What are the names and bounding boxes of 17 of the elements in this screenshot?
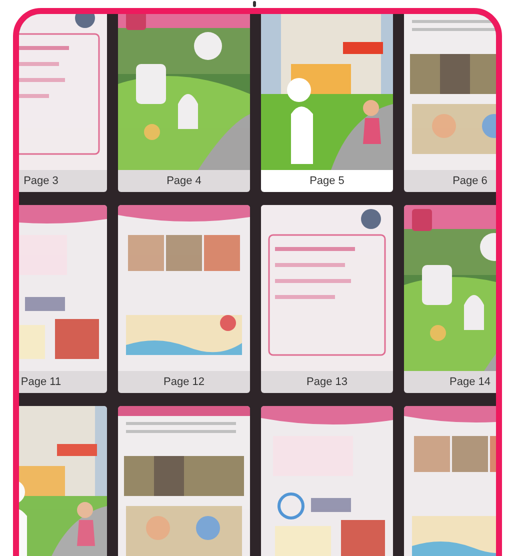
page-thumbnail[interactable]: Page 14 <box>404 205 496 393</box>
page-label: Page 5 <box>310 174 344 189</box>
page-label: Page 13 <box>306 374 348 390</box>
page-label: Page 6 <box>452 174 488 189</box>
page-label: Page 11 <box>20 374 62 390</box>
page-label: Page 12 <box>164 374 204 390</box>
page-thumbnail[interactable]: Page 6 <box>404 14 496 192</box>
page-label: Page 3 <box>24 174 58 189</box>
page-label: Page 14 <box>450 374 490 390</box>
page-thumbnail[interactable]: Page 12 <box>118 205 250 393</box>
page-thumbnail[interactable]: Page 13 <box>261 205 393 393</box>
page-thumbnail[interactable]: Page 4 <box>118 14 250 192</box>
page-thumbnail[interactable]: Page 11 <box>19 205 107 393</box>
page-thumbnail[interactable]: Page 3 <box>19 14 107 192</box>
page-thumbnail[interactable]: Page 5 <box>261 14 393 192</box>
handle-icon <box>253 1 256 7</box>
page-label: Page 4 <box>166 174 202 189</box>
